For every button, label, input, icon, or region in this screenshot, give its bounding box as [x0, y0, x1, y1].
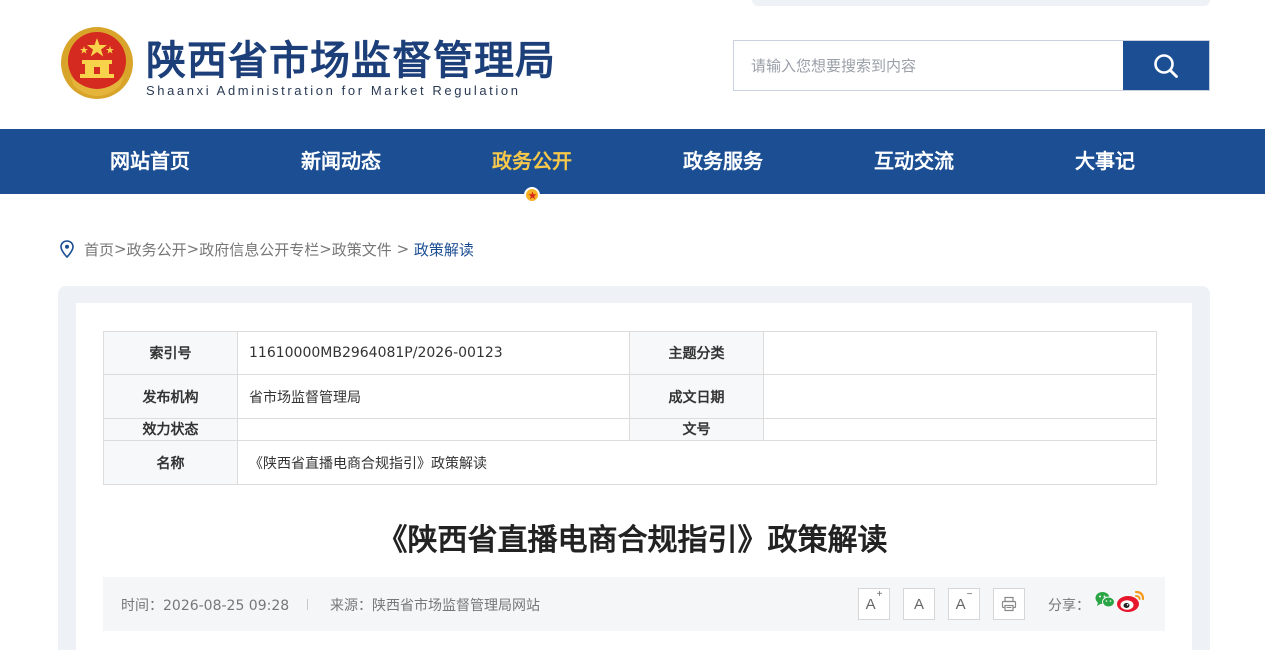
font-increase-icon: A+ [865, 589, 883, 613]
nav-item-news[interactable]: 新闻动态 [246, 129, 436, 194]
nav-item-home[interactable]: 网站首页 [55, 129, 245, 194]
name-value: 《陕西省直播电商合规指引》政策解读 [237, 440, 1157, 485]
breadcrumb-separator: > [186, 240, 200, 258]
font-decrease-icon: A− [955, 589, 973, 613]
active-nav-star-icon [524, 187, 540, 203]
site-title: 陕西省市场监督管理局 [146, 38, 556, 84]
search-input[interactable] [734, 41, 1123, 90]
date-label: 成文日期 [629, 374, 764, 419]
share-label: 分享： [1048, 598, 1090, 614]
breadcrumb: 首页 > 政务公开 > 政府信息公开专栏 > 政策文件 > 政策解读 [60, 238, 474, 260]
search-button[interactable] [1123, 41, 1209, 90]
breadcrumb-separator: > [319, 240, 332, 258]
topic-value [763, 331, 1157, 375]
location-pin-icon [60, 240, 74, 258]
breadcrumb-gov-affairs[interactable]: 政务公开 [127, 239, 187, 260]
nav-item-interaction[interactable]: 互动交流 [819, 129, 1009, 194]
font-normal-button[interactable]: A [903, 588, 935, 620]
nav-item-chronicle[interactable]: 大事记 [1010, 129, 1200, 194]
font-increase-button[interactable]: A+ [858, 588, 890, 620]
table-row: 发布机构 省市场监督管理局 成文日期 [103, 374, 1157, 419]
table-row: 索引号 11610000MB2964081P/2026-00123 主题分类 [103, 331, 1157, 375]
article-source: 来源：陕西省市场监督管理局网站 [330, 598, 540, 614]
index-label: 索引号 [103, 331, 238, 375]
index-value: 11610000MB2964081P/2026-00123 [237, 331, 630, 375]
document-info-table: 索引号 11610000MB2964081P/2026-00123 主题分类 发… [103, 331, 1157, 485]
breadcrumb-separator: > [114, 240, 127, 258]
meta-divider [307, 599, 308, 610]
docno-label: 文号 [629, 418, 764, 441]
font-normal-icon: A [913, 595, 924, 613]
docno-value [763, 418, 1157, 441]
breadcrumb-info-column[interactable]: 政府信息公开专栏 [199, 239, 319, 260]
site-header: 陕西省市场监督管理局 Shaanxi Administration for Ma… [0, 0, 1265, 129]
print-button[interactable] [993, 588, 1025, 620]
publisher-value: 省市场监督管理局 [237, 374, 630, 419]
breadcrumb-policy-docs[interactable]: 政策文件 [332, 239, 392, 260]
weibo-share-icon[interactable] [1116, 589, 1146, 615]
date-value [763, 374, 1157, 419]
site-subtitle: Shaanxi Administration for Market Regula… [146, 83, 521, 98]
publisher-label: 发布机构 [103, 374, 238, 419]
national-emblem-icon [61, 27, 133, 99]
search-bar [733, 40, 1210, 91]
search-icon [1154, 53, 1178, 78]
breadcrumb-current: 政策解读 [413, 240, 474, 259]
printer-icon [1001, 596, 1017, 612]
status-label: 效力状态 [103, 418, 238, 441]
nav-item-gov-services[interactable]: 政务服务 [628, 129, 818, 194]
breadcrumb-home[interactable]: 首页 [84, 239, 114, 260]
table-row: 效力状态 文号 [103, 418, 1157, 441]
breadcrumb-separator: > [391, 240, 414, 258]
topic-label: 主题分类 [629, 331, 764, 375]
main-nav: 网站首页 新闻动态 政务公开 政务服务 互动交流 大事记 [0, 129, 1265, 194]
article-title: 《陕西省直播电商合规指引》政策解读 [377, 523, 888, 558]
star-icon [527, 190, 537, 199]
font-decrease-button[interactable]: A− [948, 588, 980, 620]
name-label: 名称 [103, 440, 238, 485]
nav-item-gov-affairs[interactable]: 政务公开 [437, 129, 627, 194]
wechat-share-icon[interactable] [1095, 591, 1115, 609]
table-row: 名称 《陕西省直播电商合规指引》政策解读 [103, 440, 1157, 485]
article-meta-bar: 时间：2026-08-25 09:28 来源：陕西省市场监督管理局网站 A+ A… [103, 577, 1165, 631]
status-value [237, 418, 630, 441]
publish-time: 时间：2026-08-25 09:28 [121, 598, 290, 614]
